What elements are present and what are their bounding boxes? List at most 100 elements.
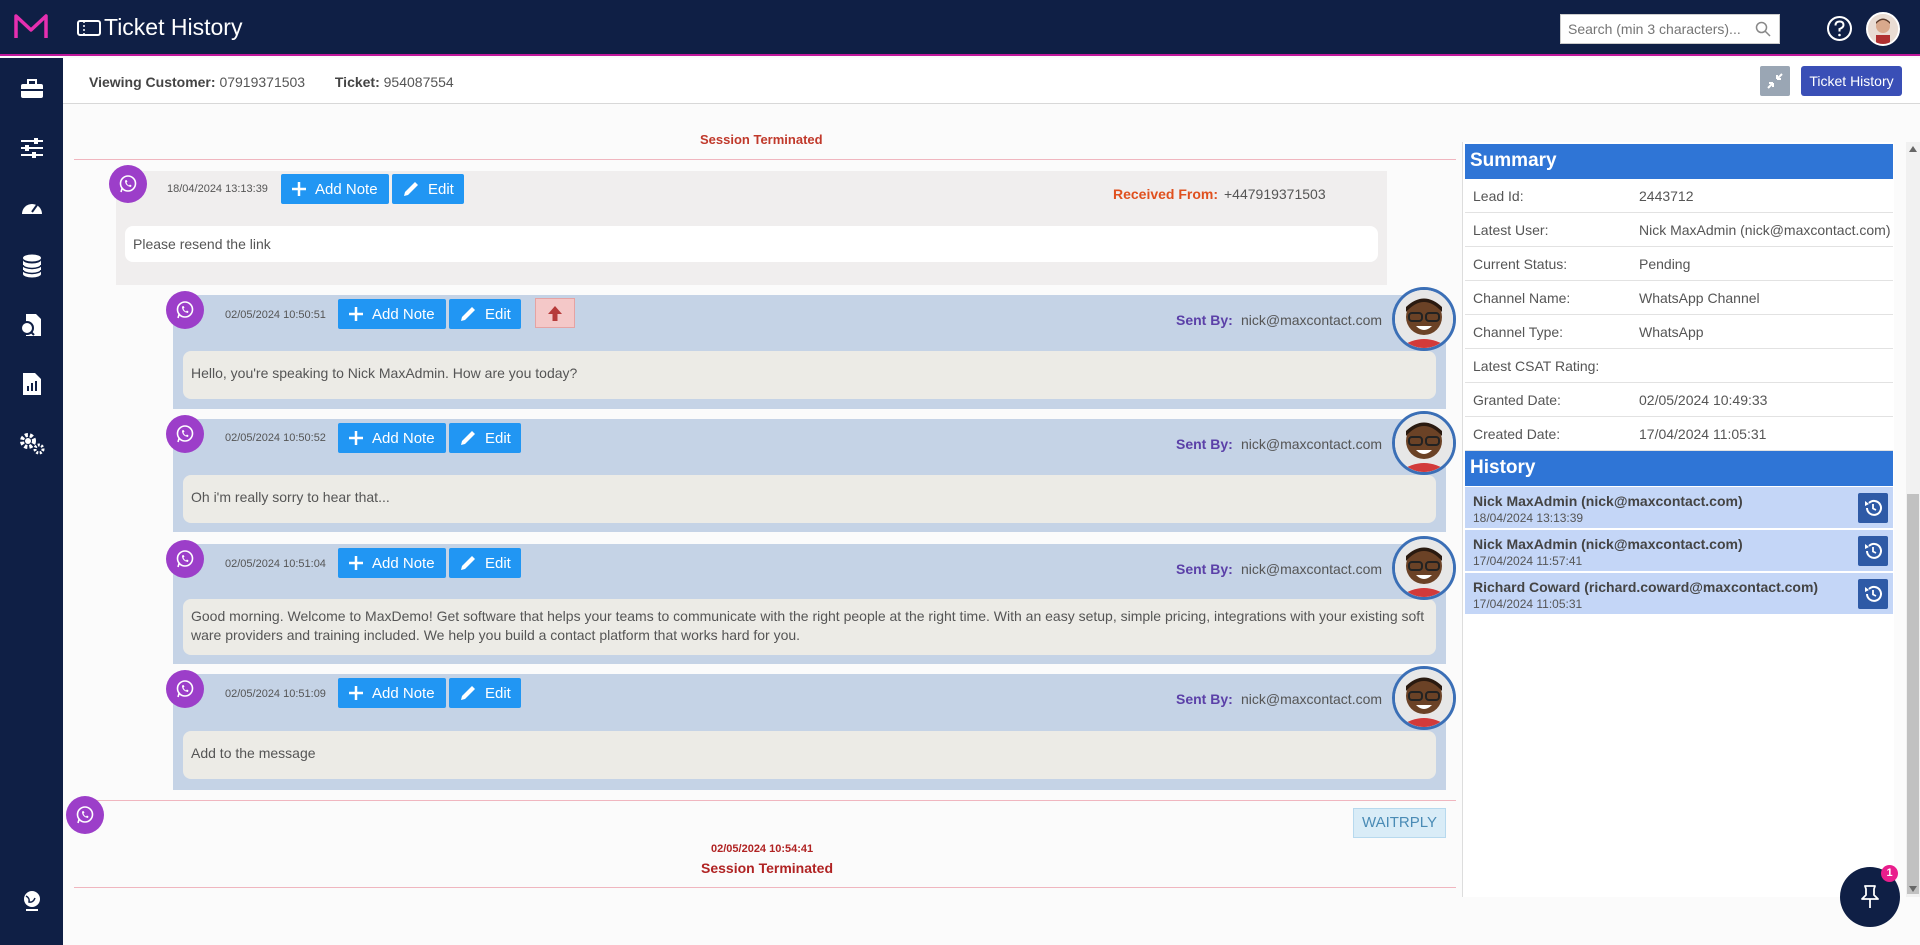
- sidebar-item-reports[interactable]: [17, 369, 47, 399]
- history-user: Richard Coward (richard.coward@maxcontac…: [1473, 579, 1819, 595]
- whatsapp-icon: [166, 291, 204, 329]
- received-from-value: +447919371503: [1224, 186, 1326, 202]
- add-note-button[interactable]: Add Note: [281, 174, 389, 204]
- edit-button[interactable]: Edit: [449, 299, 521, 329]
- history-date: 17/04/2024 11:05:31: [1473, 597, 1583, 611]
- sliders-icon: [21, 138, 43, 158]
- add-note-label: Add Note: [372, 554, 435, 572]
- add-note-label: Add Note: [315, 180, 378, 198]
- move-up-button[interactable]: [535, 298, 575, 328]
- sidebar-item-briefcase[interactable]: [17, 74, 47, 104]
- pencil-icon: [461, 556, 475, 570]
- arrow-up-icon: [548, 306, 562, 321]
- scroll-up-arrow[interactable]: [1909, 146, 1917, 152]
- agent-avatar: [1392, 287, 1456, 351]
- notification-badge: 1: [1881, 865, 1898, 882]
- sidebar-item-dashboard[interactable]: [17, 192, 47, 222]
- history-user: Nick MaxAdmin (nick@maxcontact.com): [1473, 493, 1743, 509]
- agent-avatar: [1392, 536, 1456, 600]
- pencil-icon: [461, 431, 475, 445]
- briefcase-icon: [21, 79, 43, 98]
- edit-button[interactable]: Edit: [392, 174, 464, 204]
- summary-row: Latest User: Nick MaxAdmin (nick@maxconta…: [1465, 213, 1893, 247]
- history-user: Nick MaxAdmin (nick@maxcontact.com): [1473, 536, 1743, 552]
- customer-info: Viewing Customer: 07919371503 Ticket: 95…: [89, 74, 454, 90]
- report-icon: [23, 373, 41, 395]
- message-timestamp: 02/05/2024 10:51:04: [225, 558, 326, 570]
- settings-icon: [20, 433, 45, 455]
- document-icon: [20, 314, 41, 336]
- sidebar-item-database[interactable]: [17, 251, 47, 281]
- add-note-label: Add Note: [372, 684, 435, 702]
- summary-row: Channel Type: WhatsApp: [1465, 315, 1893, 349]
- session-end-status: Session Terminated: [701, 860, 834, 876]
- summary-row: Channel Name: WhatsApp Channel: [1465, 281, 1893, 315]
- add-note-button[interactable]: Add Note: [338, 299, 446, 329]
- sidebar: [0, 58, 63, 945]
- history-item: Nick MaxAdmin (nick@maxcontact.com) 17/0…: [1465, 530, 1893, 572]
- viewing-customer-value: 07919371503: [219, 74, 306, 90]
- sent-by-label: Sent By:: [1176, 561, 1233, 577]
- sidebar-item-filters[interactable]: [17, 133, 47, 163]
- scrollbar-thumb[interactable]: [1907, 494, 1919, 894]
- message-bubble: Oh i'm really sorry to hear that...: [183, 475, 1436, 523]
- summary-row: Granted Date: 02/05/2024 10:49:33: [1465, 383, 1893, 417]
- restore-history-button[interactable]: [1858, 493, 1888, 523]
- session-divider: [74, 159, 1456, 160]
- whatsapp-icon: [109, 165, 147, 203]
- history-date: 17/04/2024 11:57:41: [1473, 554, 1583, 568]
- compress-icon: [1767, 73, 1783, 89]
- whatsapp-icon: [166, 670, 204, 708]
- edit-label: Edit: [485, 684, 511, 702]
- message-timestamp: 02/05/2024 10:50:52: [225, 432, 326, 444]
- message-timestamp: 02/05/2024 10:50:51: [225, 309, 326, 321]
- search-icon[interactable]: [1755, 21, 1771, 37]
- whatsapp-icon: [166, 415, 204, 453]
- help-icon[interactable]: [1826, 15, 1853, 42]
- history-item: Nick MaxAdmin (nick@maxcontact.com) 18/0…: [1465, 487, 1893, 529]
- sent-by-value: nick@maxcontact.com: [1241, 436, 1383, 452]
- restore-history-button[interactable]: [1858, 579, 1888, 609]
- received-from-label: Received From:: [1113, 186, 1219, 202]
- sent-message: 02/05/2024 10:51:09 Add Note Edit Sent B…: [173, 674, 1446, 790]
- sidebar-item-documents[interactable]: [17, 310, 47, 340]
- sidebar-item-globe[interactable]: [17, 886, 47, 916]
- whatsapp-icon: [166, 540, 204, 578]
- summary-header: Summary: [1465, 144, 1893, 179]
- maxcontact-logo-icon[interactable]: [14, 12, 48, 42]
- plus-icon: [349, 556, 363, 570]
- sent-message: 02/05/2024 10:50:52 Add Note Edit Sent B…: [173, 419, 1446, 532]
- edit-button[interactable]: Edit: [449, 423, 521, 453]
- add-note-button[interactable]: Add Note: [338, 423, 446, 453]
- user-avatar[interactable]: [1866, 12, 1900, 46]
- add-note-button[interactable]: Add Note: [338, 548, 446, 578]
- agent-avatar: [1392, 666, 1456, 730]
- dashboard-icon: [22, 204, 42, 214]
- edit-button[interactable]: Edit: [449, 678, 521, 708]
- sidebar-item-settings[interactable]: [17, 428, 47, 458]
- sent-by-value: nick@maxcontact.com: [1241, 691, 1383, 707]
- ticket-history-button[interactable]: Ticket History: [1801, 66, 1902, 96]
- add-note-label: Add Note: [372, 305, 435, 323]
- sent-by-label: Sent By:: [1176, 436, 1233, 452]
- ticket-label: Ticket:: [334, 74, 380, 90]
- message-timestamp: 02/05/2024 10:51:09: [225, 688, 326, 700]
- edit-label: Edit: [485, 554, 511, 572]
- edit-button[interactable]: Edit: [449, 548, 521, 578]
- page-title: Ticket History: [104, 14, 243, 40]
- search-input[interactable]: [1561, 15, 1751, 43]
- history-icon: [1865, 542, 1882, 559]
- session-divider: [74, 887, 1456, 888]
- plus-icon: [349, 307, 363, 321]
- restore-history-button[interactable]: [1858, 536, 1888, 566]
- search-box[interactable]: [1560, 14, 1780, 44]
- sent-by-value: nick@maxcontact.com: [1241, 312, 1383, 328]
- sent-by-label: Sent By:: [1176, 691, 1233, 707]
- summary-row: Created Date: 17/04/2024 11:05:31: [1465, 417, 1893, 451]
- collapse-button[interactable]: [1760, 66, 1790, 96]
- scroll-down-arrow[interactable]: [1909, 886, 1917, 892]
- sent-message: 02/05/2024 10:51:04 Add Note Edit Sent B…: [173, 544, 1446, 664]
- pin-icon: [1861, 885, 1879, 908]
- add-note-button[interactable]: Add Note: [338, 678, 446, 708]
- edit-label: Edit: [485, 305, 511, 323]
